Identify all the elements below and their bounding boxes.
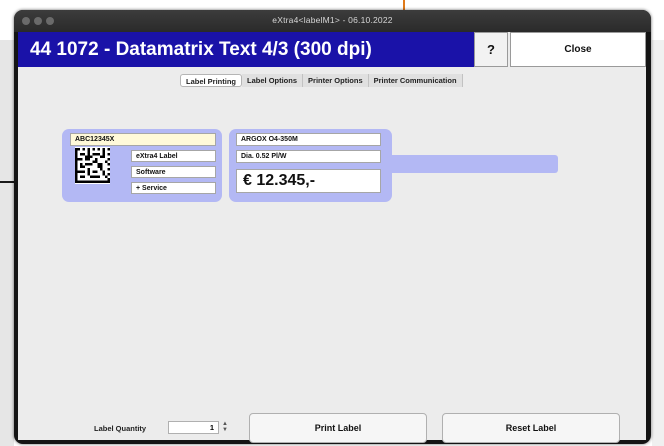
label-line-3[interactable]: + Service (131, 182, 216, 194)
label-quantity-input[interactable]: 1 (168, 421, 219, 434)
tab-printer-options[interactable]: Printer Options (303, 74, 369, 87)
background-window-edge-right (652, 40, 664, 446)
printer-name-field[interactable]: ARGOX O4-350M (236, 133, 381, 146)
help-button[interactable]: ? (474, 32, 508, 67)
app-window: eXtra4<labelM1> - 06.10.2022 44 1072 - D… (14, 10, 651, 444)
label-line-2[interactable]: Software (131, 166, 216, 178)
title-bar[interactable]: eXtra4<labelM1> - 06.10.2022 (14, 10, 651, 32)
barcode-text-field[interactable]: ABC12345X (70, 133, 216, 146)
chevron-down-icon[interactable]: ▼ (222, 427, 228, 433)
panel-connector (388, 155, 558, 173)
page-title: 44 1072 - Datamatrix Text 4/3 (300 dpi) (18, 32, 474, 67)
datamatrix-barcode (75, 147, 110, 184)
price-field[interactable]: € 12.345,- (236, 169, 381, 193)
tab-bar: Label Printing Label Options Printer Opt… (180, 74, 463, 87)
quantity-stepper[interactable]: ▲ ▼ (221, 421, 229, 434)
tab-printer-communication[interactable]: Printer Communication (368, 74, 463, 87)
print-label-button[interactable]: Print Label (249, 413, 427, 443)
close-button[interactable]: Close (510, 32, 646, 67)
reset-label-button[interactable]: Reset Label (442, 413, 620, 443)
tab-label-options[interactable]: Label Options (242, 74, 304, 87)
label-quantity-label: Label Quantity (94, 424, 147, 433)
background-window-edge-left (0, 40, 14, 446)
ribbon-field[interactable]: Dia. 0.52 Pl/W (236, 150, 381, 163)
window-title: eXtra4<labelM1> - 06.10.2022 (272, 15, 393, 25)
main-content: 44 1072 - Datamatrix Text 4/3 (300 dpi) … (18, 32, 646, 443)
tab-label-printing[interactable]: Label Printing (180, 74, 243, 87)
label-line-1[interactable]: eXtra4 Label (131, 150, 216, 162)
